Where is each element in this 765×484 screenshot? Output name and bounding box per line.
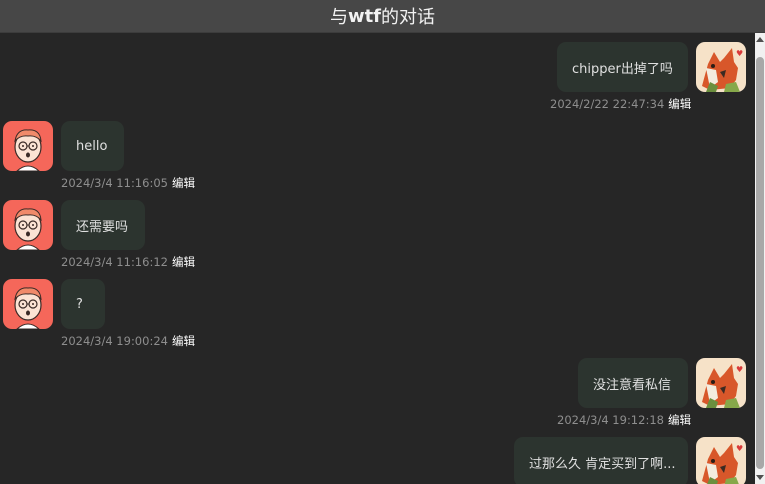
message-bubble[interactable]: 还需要吗 xyxy=(61,200,145,250)
fox-icon: ♥ xyxy=(696,42,746,92)
edit-link[interactable]: 编辑 xyxy=(172,334,195,348)
message-meta: 2024/3/4 19:00:24 编辑 xyxy=(61,333,195,349)
fox-avatar[interactable]: ♥ xyxy=(696,437,746,484)
edit-link[interactable]: 编辑 xyxy=(668,97,691,111)
message-bubble[interactable]: chipper出掉了吗 xyxy=(557,42,688,92)
boy-icon xyxy=(3,279,53,329)
boy-icon xyxy=(3,200,53,250)
fox-avatar[interactable]: ♥ xyxy=(696,358,746,408)
message-meta: 2024/3/4 19:12:18 编辑 xyxy=(557,412,691,428)
header-prefix: 与 xyxy=(329,7,348,28)
message-timestamp: 2024/3/4 11:16:12 xyxy=(61,255,168,269)
edit-link[interactable]: 编辑 xyxy=(668,413,691,427)
message-bubble[interactable]: hello xyxy=(61,121,124,171)
fox-icon: ♥ xyxy=(696,358,746,408)
svg-text:♥: ♥ xyxy=(736,444,743,453)
scrollbar-thumb[interactable] xyxy=(756,57,764,469)
cartoon-boy-avatar[interactable] xyxy=(3,121,53,171)
message-bubble[interactable]: ? xyxy=(61,279,105,329)
message-timestamp: 2024/2/22 22:47:34 xyxy=(550,97,665,111)
vertical-scrollbar[interactable] xyxy=(755,33,765,484)
message-bubble[interactable]: 过那么久 肯定买到了啊... xyxy=(514,437,688,484)
edit-link[interactable]: 编辑 xyxy=(172,255,195,269)
message-meta: 2024/3/4 11:16:12 编辑 xyxy=(61,254,195,270)
message-list[interactable]: ♥ chipper出掉了吗 2024/2/22 22:47:34 编辑 hell… xyxy=(0,33,755,484)
message-timestamp: 2024/3/4 19:00:24 xyxy=(61,334,168,348)
message-timestamp: 2024/3/4 11:16:05 xyxy=(61,176,168,190)
scroll-up-arrow-icon[interactable] xyxy=(755,33,765,45)
message-meta: 2024/2/22 22:47:34 编辑 xyxy=(550,96,691,112)
fox-avatar[interactable]: ♥ xyxy=(696,42,746,92)
cartoon-boy-avatar[interactable] xyxy=(3,200,53,250)
svg-text:♥: ♥ xyxy=(736,49,743,58)
message-meta: 2024/3/4 11:16:05 编辑 xyxy=(61,175,195,191)
boy-icon xyxy=(3,121,53,171)
scroll-down-arrow-icon[interactable] xyxy=(755,472,765,484)
chat-window: 与 wtf 的对话 ♥ chipper出掉了吗 2024/2/22 22:47:34… xyxy=(0,0,765,484)
message-timestamp: 2024/3/4 19:12:18 xyxy=(557,413,664,427)
cartoon-boy-avatar[interactable] xyxy=(3,279,53,329)
header-suffix: 的对话 xyxy=(381,7,436,28)
message-bubble[interactable]: 没注意看私信 xyxy=(578,358,688,408)
header-username[interactable]: wtf xyxy=(348,6,381,27)
conversation-header: 与 wtf 的对话 xyxy=(0,0,765,33)
svg-text:♥: ♥ xyxy=(736,365,743,374)
fox-icon: ♥ xyxy=(696,437,746,484)
edit-link[interactable]: 编辑 xyxy=(172,176,195,190)
